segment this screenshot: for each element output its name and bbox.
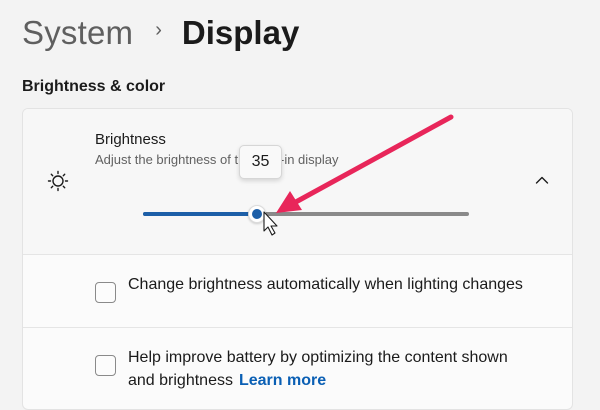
battery-optimize-row[interactable]: Help improve battery by optimizing the c… bbox=[23, 328, 572, 408]
section-title-brightness-color: Brightness & color bbox=[22, 78, 166, 95]
learn-more-link[interactable]: Learn more bbox=[239, 372, 326, 389]
sun-icon bbox=[47, 170, 69, 192]
auto-brightness-row[interactable]: Change brightness automatically when lig… bbox=[23, 255, 572, 328]
auto-brightness-checkbox[interactable] bbox=[95, 282, 116, 303]
breadcrumb-separator-icon: › bbox=[155, 18, 162, 41]
brightness-card: Brightness Adjust the brightness of the … bbox=[22, 108, 573, 410]
breadcrumb: System › Display bbox=[22, 10, 299, 56]
page-title: Display bbox=[181, 14, 300, 51]
brightness-value-tooltip: 35 bbox=[239, 145, 282, 179]
brightness-slider[interactable] bbox=[143, 205, 469, 223]
slider-thumb[interactable] bbox=[248, 205, 267, 223]
battery-optimize-text: Help improve battery by optimizing the c… bbox=[128, 346, 528, 392]
slider-fill bbox=[143, 212, 258, 216]
battery-optimize-checkbox[interactable] bbox=[95, 355, 116, 376]
chevron-up-icon[interactable] bbox=[535, 175, 549, 185]
auto-brightness-label: Change brightness automatically when lig… bbox=[128, 276, 523, 293]
brightness-title: Brightness bbox=[95, 131, 166, 148]
brightness-row[interactable]: Brightness Adjust the brightness of the … bbox=[23, 109, 572, 255]
brightness-description: Adjust the brightness of the built-in di… bbox=[95, 152, 339, 167]
breadcrumb-system-link[interactable]: System bbox=[22, 14, 133, 52]
